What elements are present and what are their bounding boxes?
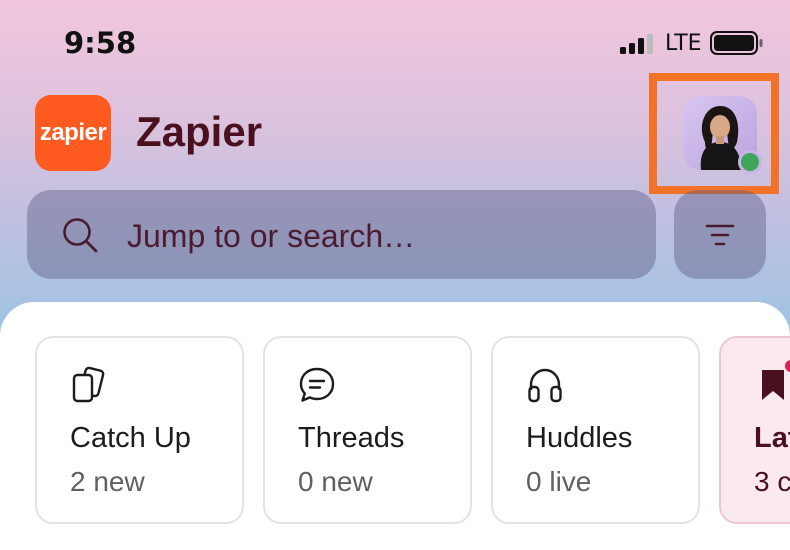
card-subtitle: 0 live — [526, 466, 592, 497]
card-subtitle: 0 new — [298, 466, 373, 497]
huddles-card[interactable]: Huddles 0 live — [491, 336, 700, 524]
card-subtitle: 2 new — [70, 466, 145, 497]
battery-icon — [710, 31, 763, 55]
bookmark-icon — [762, 370, 784, 400]
search-placeholder: Jump to or search… — [127, 218, 416, 254]
filter-icon — [705, 224, 735, 246]
filter-button[interactable] — [674, 190, 766, 279]
workspace-logo-text: zapier — [39, 119, 107, 146]
search-bar[interactable]: Jump to or search… — [27, 190, 656, 279]
workspace-logo[interactable]: zapier — [35, 95, 111, 171]
catch-up-icon — [72, 366, 105, 403]
catch-up-card[interactable]: Catch Up 2 new — [35, 336, 244, 524]
unread-badge — [785, 360, 790, 372]
huddles-icon — [528, 368, 562, 403]
workspace-title[interactable]: Zapier — [136, 108, 262, 156]
card-title: Threads — [298, 422, 405, 454]
status-time: 9:58 — [64, 26, 137, 60]
later-card[interactable]: Lat 3 c — [719, 336, 790, 524]
card-title: Huddles — [526, 422, 633, 454]
carrier-label: LTE — [665, 31, 702, 56]
threads-icon — [299, 367, 335, 402]
workspace-header: zapier Zapier — [0, 73, 790, 194]
card-title: Catch Up — [70, 422, 191, 454]
search-icon — [63, 218, 98, 253]
signal-icon — [620, 34, 653, 54]
card-title: Lat — [754, 422, 790, 454]
threads-card[interactable]: Threads 0 new — [263, 336, 472, 524]
presence-online-dot — [738, 150, 762, 174]
card-subtitle: 3 c — [754, 466, 790, 497]
